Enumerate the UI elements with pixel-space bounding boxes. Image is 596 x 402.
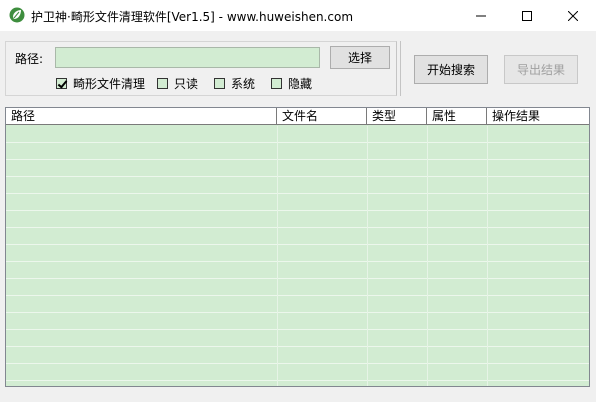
path-input[interactable] [55, 47, 320, 68]
checkbox-box[interactable] [214, 78, 225, 89]
start-search-button[interactable]: 开始搜索 [414, 55, 488, 84]
table-row[interactable] [6, 279, 589, 296]
column-divider [487, 126, 488, 386]
window-title: 护卫神·畸形文件清理软件[Ver1.5] - www.huweishen.com [31, 10, 354, 24]
table-row[interactable] [6, 347, 589, 364]
table-row[interactable] [6, 228, 589, 245]
select-button[interactable]: 选择 [330, 46, 390, 69]
column-divider [427, 126, 428, 386]
table-row[interactable] [6, 126, 589, 143]
column-header-path[interactable]: 路径 [6, 108, 277, 125]
table-row[interactable] [6, 364, 589, 381]
checkbox-label: 畸形文件清理 [73, 77, 146, 91]
path-label: 路径: [15, 52, 44, 66]
column-divider [277, 126, 278, 386]
table-row[interactable] [6, 194, 589, 211]
column-divider [367, 126, 368, 386]
column-header-filename[interactable]: 文件名 [277, 108, 367, 125]
table-row[interactable] [6, 143, 589, 160]
results-list[interactable]: 路径 文件名 类型 属性 操作结果 [5, 107, 590, 387]
table-row[interactable] [6, 160, 589, 177]
table-row[interactable] [6, 211, 589, 228]
checkbox-box[interactable] [271, 78, 282, 89]
checkbox-system[interactable]: 系统 [214, 76, 255, 91]
table-row[interactable] [6, 177, 589, 194]
table-row[interactable] [6, 330, 589, 347]
close-button[interactable] [550, 0, 596, 31]
table-row[interactable] [6, 262, 589, 279]
checkbox-hidden[interactable]: 隐藏 [271, 76, 312, 91]
checkbox-readonly[interactable]: 只读 [157, 76, 198, 91]
checkbox-label: 系统 [231, 77, 256, 91]
table-row[interactable] [6, 381, 589, 386]
checkbox-box[interactable] [56, 78, 67, 89]
checkbox-label: 只读 [174, 77, 199, 91]
checkbox-malformed-clean[interactable]: 畸形文件清理 [56, 76, 145, 91]
checkbox-label: 隐藏 [288, 77, 313, 91]
checkbox-box[interactable] [157, 78, 168, 89]
column-header-result[interactable]: 操作结果 [487, 108, 589, 125]
close-icon [568, 10, 578, 21]
minimize-button[interactable] [458, 0, 504, 31]
export-results-button[interactable]: 导出结果 [504, 55, 578, 84]
table-row[interactable] [6, 296, 589, 313]
title-bar[interactable]: 护卫神·畸形文件清理软件[Ver1.5] - www.huweishen.com [0, 0, 596, 31]
column-header-attributes[interactable]: 属性 [427, 108, 487, 125]
list-header: 路径 文件名 类型 属性 操作结果 [6, 108, 589, 125]
minimize-icon [476, 15, 486, 16]
table-row[interactable] [6, 245, 589, 262]
maximize-icon [522, 10, 532, 21]
table-row[interactable] [6, 313, 589, 330]
leaf-shield-icon [9, 7, 25, 23]
list-body[interactable] [6, 126, 589, 386]
maximize-button[interactable] [504, 0, 550, 31]
column-header-type[interactable]: 类型 [367, 108, 427, 125]
